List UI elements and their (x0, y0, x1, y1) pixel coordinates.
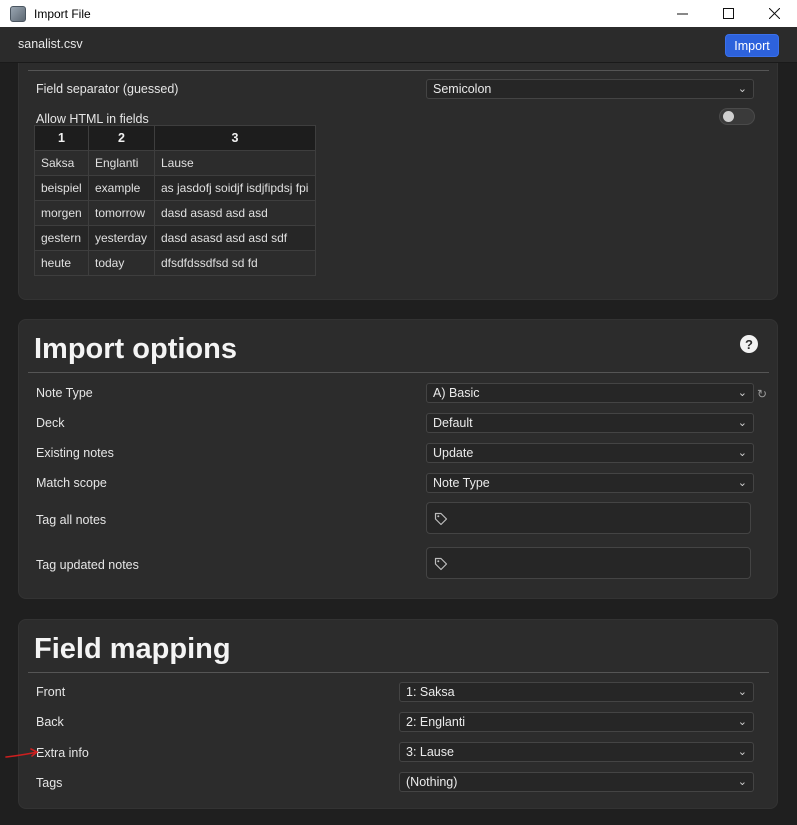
minimize-icon[interactable] (659, 0, 705, 27)
preview-header-2: 2 (88, 125, 155, 151)
back-label: Back (36, 715, 64, 729)
front-mapping-select[interactable]: 1: Saksa ⌄ (399, 682, 754, 702)
table-cell: as jasdofj soidjf isdjfipdsj fpi (154, 175, 316, 201)
dialog-header: sanalist.csv Import (0, 27, 797, 63)
match-scope-select[interactable]: Note Type ⌄ (426, 473, 754, 493)
maximize-icon[interactable] (705, 0, 751, 27)
match-scope-value: Note Type (433, 476, 490, 490)
chevron-down-icon: ⌄ (737, 447, 747, 459)
tags-mapping-value: (Nothing) (406, 775, 458, 789)
existing-notes-value: Update (433, 446, 474, 460)
extra-info-mapping-select[interactable]: 3: Lause ⌄ (399, 742, 754, 762)
import-button[interactable]: Import (725, 34, 779, 57)
field-mapping-title: Field mapping (34, 633, 231, 665)
import-options-title: Import options (34, 333, 237, 365)
table-cell: today (88, 250, 155, 276)
toggle-knob (723, 111, 734, 122)
deck-value: Default (433, 416, 473, 430)
existing-notes-select[interactable]: Update ⌄ (426, 443, 754, 463)
chevron-down-icon: ⌄ (737, 776, 747, 788)
table-cell: morgen (34, 200, 89, 226)
table-cell: tomorrow (88, 200, 155, 226)
separator-value: Semicolon (433, 82, 492, 96)
tag-all-input[interactable] (426, 502, 751, 534)
preview-table: 1 2 3 Saksa Englanti Lause beispiel exam… (34, 125, 316, 276)
tags-mapping-select[interactable]: (Nothing) ⌄ (399, 772, 754, 792)
chevron-down-icon: ⌄ (737, 746, 747, 758)
chevron-down-icon: ⌄ (737, 477, 747, 489)
note-type-value: A) Basic (433, 386, 480, 400)
table-cell: Saksa (34, 150, 89, 176)
file-name: sanalist.csv (18, 37, 83, 51)
back-mapping-value: 2: Englanti (406, 715, 466, 729)
tag-icon (434, 557, 448, 571)
front-label: Front (36, 685, 66, 699)
field-mapping-card: Field mapping Front 1: Saksa ⌄ Back 2: E… (18, 619, 778, 809)
table-row: Saksa Englanti Lause (34, 150, 316, 176)
allow-html-label: Allow HTML in fields (36, 112, 149, 126)
reset-icon[interactable]: ↻ (757, 387, 767, 401)
extra-info-label: Extra info (36, 746, 89, 760)
table-cell: dasd asasd asd asd (154, 200, 316, 226)
section-divider (28, 672, 769, 673)
chevron-down-icon: ⌄ (737, 716, 747, 728)
front-mapping-value: 1: Saksa (406, 685, 455, 699)
window-title: Import File (34, 6, 91, 21)
note-type-select[interactable]: A) Basic ⌄ (426, 383, 754, 403)
separator-select[interactable]: Semicolon ⌄ (426, 79, 754, 99)
section-divider (28, 372, 769, 373)
table-cell: yesterday (88, 225, 155, 251)
table-row: heute today dfsdfdssdfsd sd fd (34, 250, 316, 276)
back-mapping-select[interactable]: 2: Englanti ⌄ (399, 712, 754, 732)
import-options-card: Import options ? Note Type A) Basic ⌄ ↻ … (18, 319, 778, 599)
close-icon[interactable] (751, 0, 797, 27)
preview-header-3: 3 (154, 125, 316, 151)
table-cell: example (88, 175, 155, 201)
table-row: beispiel example as jasdofj soidjf isdjf… (34, 175, 316, 201)
chevron-down-icon: ⌄ (737, 387, 747, 399)
table-cell: Lause (154, 150, 316, 176)
table-cell: Englanti (88, 150, 155, 176)
help-icon[interactable]: ? (740, 335, 758, 353)
app-icon (10, 5, 26, 22)
tags-label: Tags (36, 776, 63, 790)
match-scope-label: Match scope (36, 476, 107, 490)
chevron-down-icon: ⌄ (737, 686, 747, 698)
annotation-arrow-icon (5, 748, 38, 758)
section-divider (28, 70, 769, 71)
tag-updated-input[interactable] (426, 547, 751, 579)
note-type-label: Note Type (36, 386, 93, 400)
vertical-scrollbar[interactable] (779, 63, 797, 825)
table-cell: dasd asasd asd asd sdf (154, 225, 316, 251)
chevron-down-icon: ⌄ (737, 83, 747, 95)
tag-updated-label: Tag updated notes (36, 558, 139, 572)
chevron-down-icon: ⌄ (737, 417, 747, 429)
extra-info-mapping-value: 3: Lause (406, 745, 454, 759)
deck-label: Deck (36, 416, 65, 430)
separator-label: Field separator (guessed) (36, 82, 179, 96)
window-title-bar: Import File (0, 0, 797, 27)
table-row: gestern yesterday dasd asasd asd asd sdf (34, 225, 316, 251)
table-cell: dfsdfdssdfsd sd fd (154, 250, 316, 276)
tag-icon (434, 512, 448, 526)
table-cell: gestern (34, 225, 89, 251)
file-options-card: Field separator (guessed) Semicolon ⌄ Al… (18, 63, 778, 300)
deck-select[interactable]: Default ⌄ (426, 413, 754, 433)
table-cell: heute (34, 250, 89, 276)
options-scroll-area[interactable]: Field separator (guessed) Semicolon ⌄ Al… (0, 63, 797, 825)
table-row: morgen tomorrow dasd asasd asd asd (34, 200, 316, 226)
allow-html-toggle[interactable] (719, 108, 755, 125)
tag-all-label: Tag all notes (36, 513, 107, 527)
table-cell: beispiel (34, 175, 89, 201)
preview-header-1: 1 (34, 125, 89, 151)
existing-notes-label: Existing notes (36, 446, 114, 460)
